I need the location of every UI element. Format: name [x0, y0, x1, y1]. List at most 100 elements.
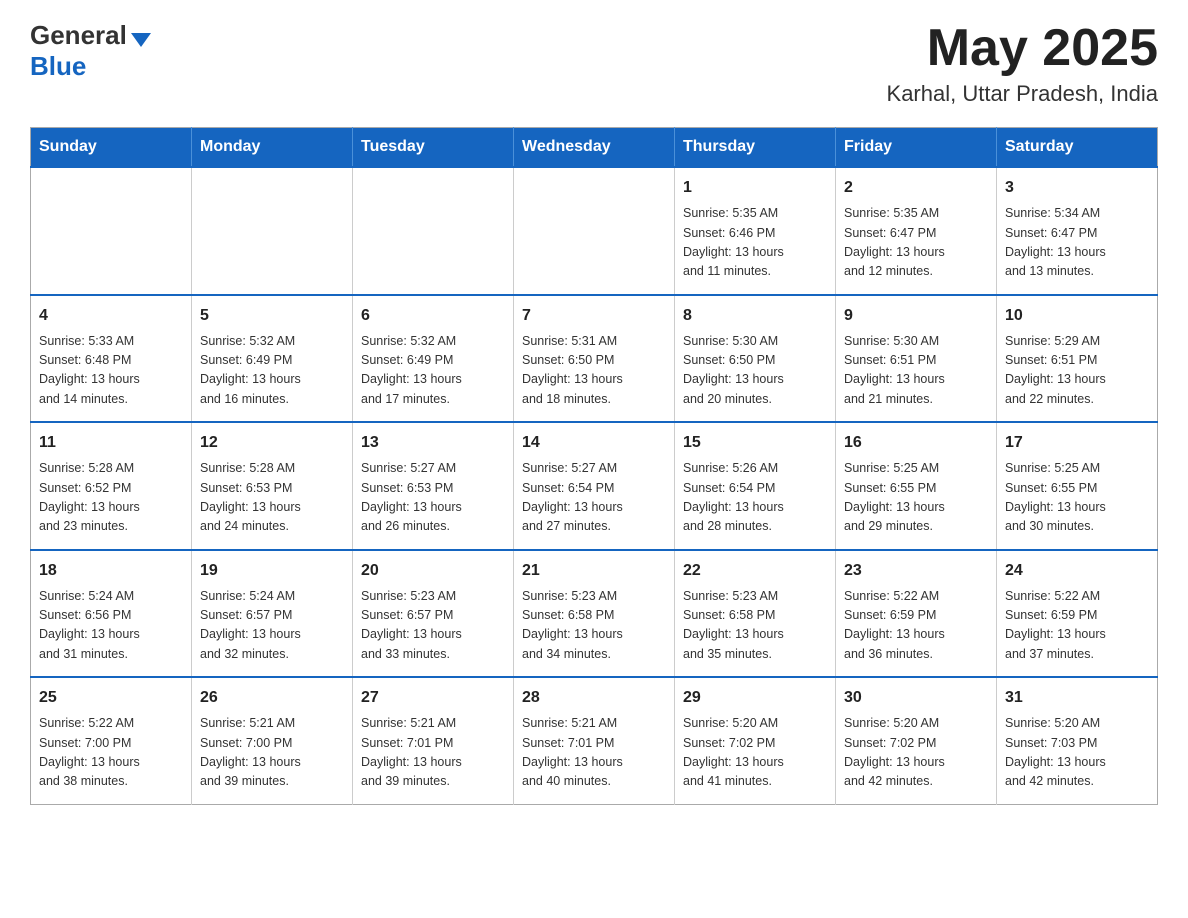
calendar-cell: 30 Sunrise: 5:20 AMSunset: 7:02 PMDayligh… — [836, 677, 997, 804]
day-number: 15 — [683, 431, 827, 455]
day-number: 31 — [1005, 686, 1149, 710]
day-info: Sunrise: 5:28 AMSunset: 6:52 PMDaylight:… — [39, 459, 183, 537]
day-number: 30 — [844, 686, 988, 710]
logo-general-text: General — [30, 20, 127, 51]
calendar-cell: 5Sunrise: 5:32 AMSunset: 6:49 PMDaylight… — [192, 295, 353, 423]
day-info: Sunrise: 5:28 AMSunset: 6:53 PMDaylight:… — [200, 459, 344, 537]
day-number: 9 — [844, 304, 988, 328]
day-number: 25 — [39, 686, 183, 710]
calendar-cell: 7 Sunrise: 5:31 AMSunset: 6:50 PMDaylight… — [514, 295, 675, 423]
calendar-cell — [192, 167, 353, 295]
calendar-cell: 8 Sunrise: 5:30 AMSunset: 6:50 PMDaylight… — [675, 295, 836, 423]
day-number: 29 — [683, 686, 827, 710]
calendar-cell: 9 Sunrise: 5:30 AMSunset: 6:51 PMDaylight… — [836, 295, 997, 423]
day-number: 28 — [522, 686, 666, 710]
day-info: Sunrise: 5:20 AMSunset: 7:02 PMDaylight:… — [844, 714, 988, 792]
day-number: 14 — [522, 431, 666, 455]
logo-wordmark: General Blue — [30, 20, 151, 82]
calendar-week-row: 11 Sunrise: 5:28 AMSunset: 6:52 PMDayligh… — [31, 422, 1158, 550]
calendar-table: SundayMondayTuesdayWednesdayThursdayFrid… — [30, 127, 1158, 805]
calendar-cell: 3Sunrise: 5:34 AMSunset: 6:47 PMDaylight… — [997, 167, 1158, 295]
day-number: 23 — [844, 559, 988, 583]
calendar-cell: 26 Sunrise: 5:21 AMSunset: 7:00 PMDayligh… — [192, 677, 353, 804]
weekday-header-monday: Monday — [192, 128, 353, 168]
calendar-cell: 20 Sunrise: 5:23 AMSunset: 6:57 PMDayligh… — [353, 550, 514, 678]
day-info: Sunrise: 5:27 AMSunset: 6:54 PMDaylight:… — [522, 459, 666, 537]
calendar-cell: 6 Sunrise: 5:32 AMSunset: 6:49 PMDaylight… — [353, 295, 514, 423]
calendar-cell: 19 Sunrise: 5:24 AMSunset: 6:57 PMDayligh… — [192, 550, 353, 678]
calendar-cell: 17 Sunrise: 5:25 AMSunset: 6:55 PMDayligh… — [997, 422, 1158, 550]
day-number: 5 — [200, 304, 344, 328]
day-number: 20 — [361, 559, 505, 583]
day-number: 11 — [39, 431, 183, 455]
day-number: 10 — [1005, 304, 1149, 328]
calendar-cell: 31 Sunrise: 5:20 AMSunset: 7:03 PMDayligh… — [997, 677, 1158, 804]
logo: General Blue — [30, 20, 151, 82]
calendar-cell — [31, 167, 192, 295]
calendar-cell: 28 Sunrise: 5:21 AMSunset: 7:01 PMDayligh… — [514, 677, 675, 804]
day-number: 18 — [39, 559, 183, 583]
day-info: Sunrise: 5:24 AMSunset: 6:57 PMDaylight:… — [200, 587, 344, 665]
title-section: May 2025 Karhal, Uttar Pradesh, India — [887, 20, 1158, 107]
calendar-cell: 13Sunrise: 5:27 AMSunset: 6:53 PMDayligh… — [353, 422, 514, 550]
day-info: Sunrise: 5:26 AMSunset: 6:54 PMDaylight:… — [683, 459, 827, 537]
day-number: 16 — [844, 431, 988, 455]
day-info: Sunrise: 5:30 AMSunset: 6:50 PMDaylight:… — [683, 332, 827, 410]
day-info: Sunrise: 5:21 AMSunset: 7:00 PMDaylight:… — [200, 714, 344, 792]
day-info: Sunrise: 5:31 AMSunset: 6:50 PMDaylight:… — [522, 332, 666, 410]
day-info: Sunrise: 5:25 AMSunset: 6:55 PMDaylight:… — [1005, 459, 1149, 537]
calendar-cell: 1 Sunrise: 5:35 AMSunset: 6:46 PMDaylight… — [675, 167, 836, 295]
day-number: 8 — [683, 304, 827, 328]
calendar-week-row: 4Sunrise: 5:33 AMSunset: 6:48 PMDaylight… — [31, 295, 1158, 423]
day-info: Sunrise: 5:29 AMSunset: 6:51 PMDaylight:… — [1005, 332, 1149, 410]
day-number: 7 — [522, 304, 666, 328]
day-number: 19 — [200, 559, 344, 583]
calendar-cell: 14 Sunrise: 5:27 AMSunset: 6:54 PMDayligh… — [514, 422, 675, 550]
calendar-cell — [353, 167, 514, 295]
calendar-cell: 21Sunrise: 5:23 AMSunset: 6:58 PMDayligh… — [514, 550, 675, 678]
day-info: Sunrise: 5:35 AMSunset: 6:47 PMDaylight:… — [844, 204, 988, 282]
day-info: Sunrise: 5:32 AMSunset: 6:49 PMDaylight:… — [361, 332, 505, 410]
day-number: 6 — [361, 304, 505, 328]
calendar-cell: 25 Sunrise: 5:22 AMSunset: 7:00 PMDayligh… — [31, 677, 192, 804]
day-info: Sunrise: 5:20 AMSunset: 7:02 PMDaylight:… — [683, 714, 827, 792]
weekday-header-sunday: Sunday — [31, 128, 192, 168]
day-info: Sunrise: 5:34 AMSunset: 6:47 PMDaylight:… — [1005, 204, 1149, 282]
calendar-week-row: 25 Sunrise: 5:22 AMSunset: 7:00 PMDayligh… — [31, 677, 1158, 804]
calendar-cell: 24 Sunrise: 5:22 AMSunset: 6:59 PMDayligh… — [997, 550, 1158, 678]
calendar-cell: 12 Sunrise: 5:28 AMSunset: 6:53 PMDayligh… — [192, 422, 353, 550]
calendar-header-row: SundayMondayTuesdayWednesdayThursdayFrid… — [31, 128, 1158, 168]
day-info: Sunrise: 5:24 AMSunset: 6:56 PMDaylight:… — [39, 587, 183, 665]
calendar-cell: 4Sunrise: 5:33 AMSunset: 6:48 PMDaylight… — [31, 295, 192, 423]
calendar-cell: 11 Sunrise: 5:28 AMSunset: 6:52 PMDayligh… — [31, 422, 192, 550]
day-info: Sunrise: 5:23 AMSunset: 6:58 PMDaylight:… — [683, 587, 827, 665]
calendar-week-row: 1 Sunrise: 5:35 AMSunset: 6:46 PMDaylight… — [31, 167, 1158, 295]
day-info: Sunrise: 5:23 AMSunset: 6:57 PMDaylight:… — [361, 587, 505, 665]
day-number: 24 — [1005, 559, 1149, 583]
logo-triangle-icon — [131, 33, 151, 47]
day-number: 17 — [1005, 431, 1149, 455]
page-header: General Blue May 2025 Karhal, Uttar Prad… — [30, 20, 1158, 107]
day-info: Sunrise: 5:30 AMSunset: 6:51 PMDaylight:… — [844, 332, 988, 410]
calendar-cell: 15 Sunrise: 5:26 AMSunset: 6:54 PMDayligh… — [675, 422, 836, 550]
day-info: Sunrise: 5:22 AMSunset: 6:59 PMDaylight:… — [1005, 587, 1149, 665]
day-number: 1 — [683, 176, 827, 200]
day-info: Sunrise: 5:20 AMSunset: 7:03 PMDaylight:… — [1005, 714, 1149, 792]
calendar-cell: 2 Sunrise: 5:35 AMSunset: 6:47 PMDaylight… — [836, 167, 997, 295]
calendar-cell: 27Sunrise: 5:21 AMSunset: 7:01 PMDayligh… — [353, 677, 514, 804]
day-number: 22 — [683, 559, 827, 583]
calendar-cell: 18 Sunrise: 5:24 AMSunset: 6:56 PMDayligh… — [31, 550, 192, 678]
day-info: Sunrise: 5:22 AMSunset: 7:00 PMDaylight:… — [39, 714, 183, 792]
day-info: Sunrise: 5:35 AMSunset: 6:46 PMDaylight:… — [683, 204, 827, 282]
day-number: 12 — [200, 431, 344, 455]
day-number: 26 — [200, 686, 344, 710]
day-number: 2 — [844, 176, 988, 200]
weekday-header-tuesday: Tuesday — [353, 128, 514, 168]
day-info: Sunrise: 5:27 AMSunset: 6:53 PMDaylight:… — [361, 459, 505, 537]
calendar-week-row: 18 Sunrise: 5:24 AMSunset: 6:56 PMDayligh… — [31, 550, 1158, 678]
calendar-cell: 29 Sunrise: 5:20 AMSunset: 7:02 PMDayligh… — [675, 677, 836, 804]
month-title: May 2025 — [887, 20, 1158, 77]
day-info: Sunrise: 5:21 AMSunset: 7:01 PMDaylight:… — [522, 714, 666, 792]
day-info: Sunrise: 5:25 AMSunset: 6:55 PMDaylight:… — [844, 459, 988, 537]
weekday-header-thursday: Thursday — [675, 128, 836, 168]
